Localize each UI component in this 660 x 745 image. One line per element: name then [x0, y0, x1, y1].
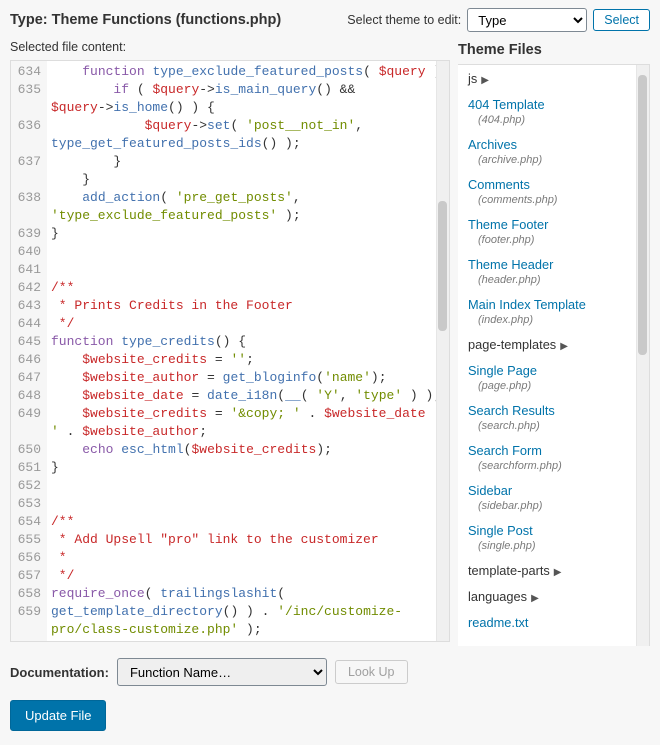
scrollbar-thumb[interactable] [638, 75, 647, 355]
theme-select[interactable]: Type [467, 8, 587, 32]
select-button[interactable]: Select [593, 9, 650, 31]
file-list-item[interactable]: Main Index Template(index.php) [458, 291, 649, 331]
line-gutter: 6346356366376386396406416426436446456466… [11, 61, 47, 641]
file-list-item[interactable]: Theme Footer(footer.php) [458, 211, 649, 251]
file-list-item[interactable]: js▶ [458, 65, 649, 91]
theme-select-label: Select theme to edit: [347, 13, 461, 27]
documentation-select[interactable]: Function Name… [117, 658, 327, 686]
documentation-label: Documentation: [10, 665, 109, 680]
selected-file-label: Selected file content: [10, 40, 450, 54]
vertical-scrollbar[interactable] [636, 65, 649, 646]
file-list-item[interactable]: page-templates▶ [458, 331, 649, 357]
file-list-item[interactable]: Comments(comments.php) [458, 171, 649, 211]
file-list-item[interactable]: Search Form(searchform.php) [458, 437, 649, 477]
code-body[interactable]: function type_exclude_featured_posts( $q… [47, 61, 449, 641]
file-list-item[interactable]: Single Post(single.php) [458, 517, 649, 557]
file-list-item[interactable]: Search Results(search.php) [458, 397, 649, 437]
file-list-item[interactable]: template-parts▶ [458, 557, 649, 583]
header-row: Type: Theme Functions (functions.php) Se… [10, 6, 650, 40]
file-list-item[interactable]: Archives(archive.php) [458, 131, 649, 171]
file-list-item[interactable]: Theme Header(header.php) [458, 251, 649, 291]
scrollbar-thumb[interactable] [438, 201, 447, 331]
theme-files-title: Theme Files [458, 42, 650, 58]
file-list-item[interactable]: languages▶ [458, 583, 649, 609]
file-list-item[interactable]: Sidebar(sidebar.php) [458, 477, 649, 517]
file-list-item[interactable]: Single Page(page.php) [458, 357, 649, 397]
update-file-button[interactable]: Update File [10, 700, 106, 731]
file-list-item[interactable]: 404 Template(404.php) [458, 91, 649, 131]
file-list-item[interactable]: readme.txt [458, 609, 649, 635]
vertical-scrollbar[interactable] [436, 61, 449, 641]
lookup-button[interactable]: Look Up [335, 660, 408, 684]
theme-file-list: js▶404 Template(404.php)Archives(archive… [458, 64, 650, 646]
page-title: Type: Theme Functions (functions.php) [10, 12, 281, 28]
code-editor[interactable]: 6346356366376386396406416426436446456466… [10, 60, 450, 642]
